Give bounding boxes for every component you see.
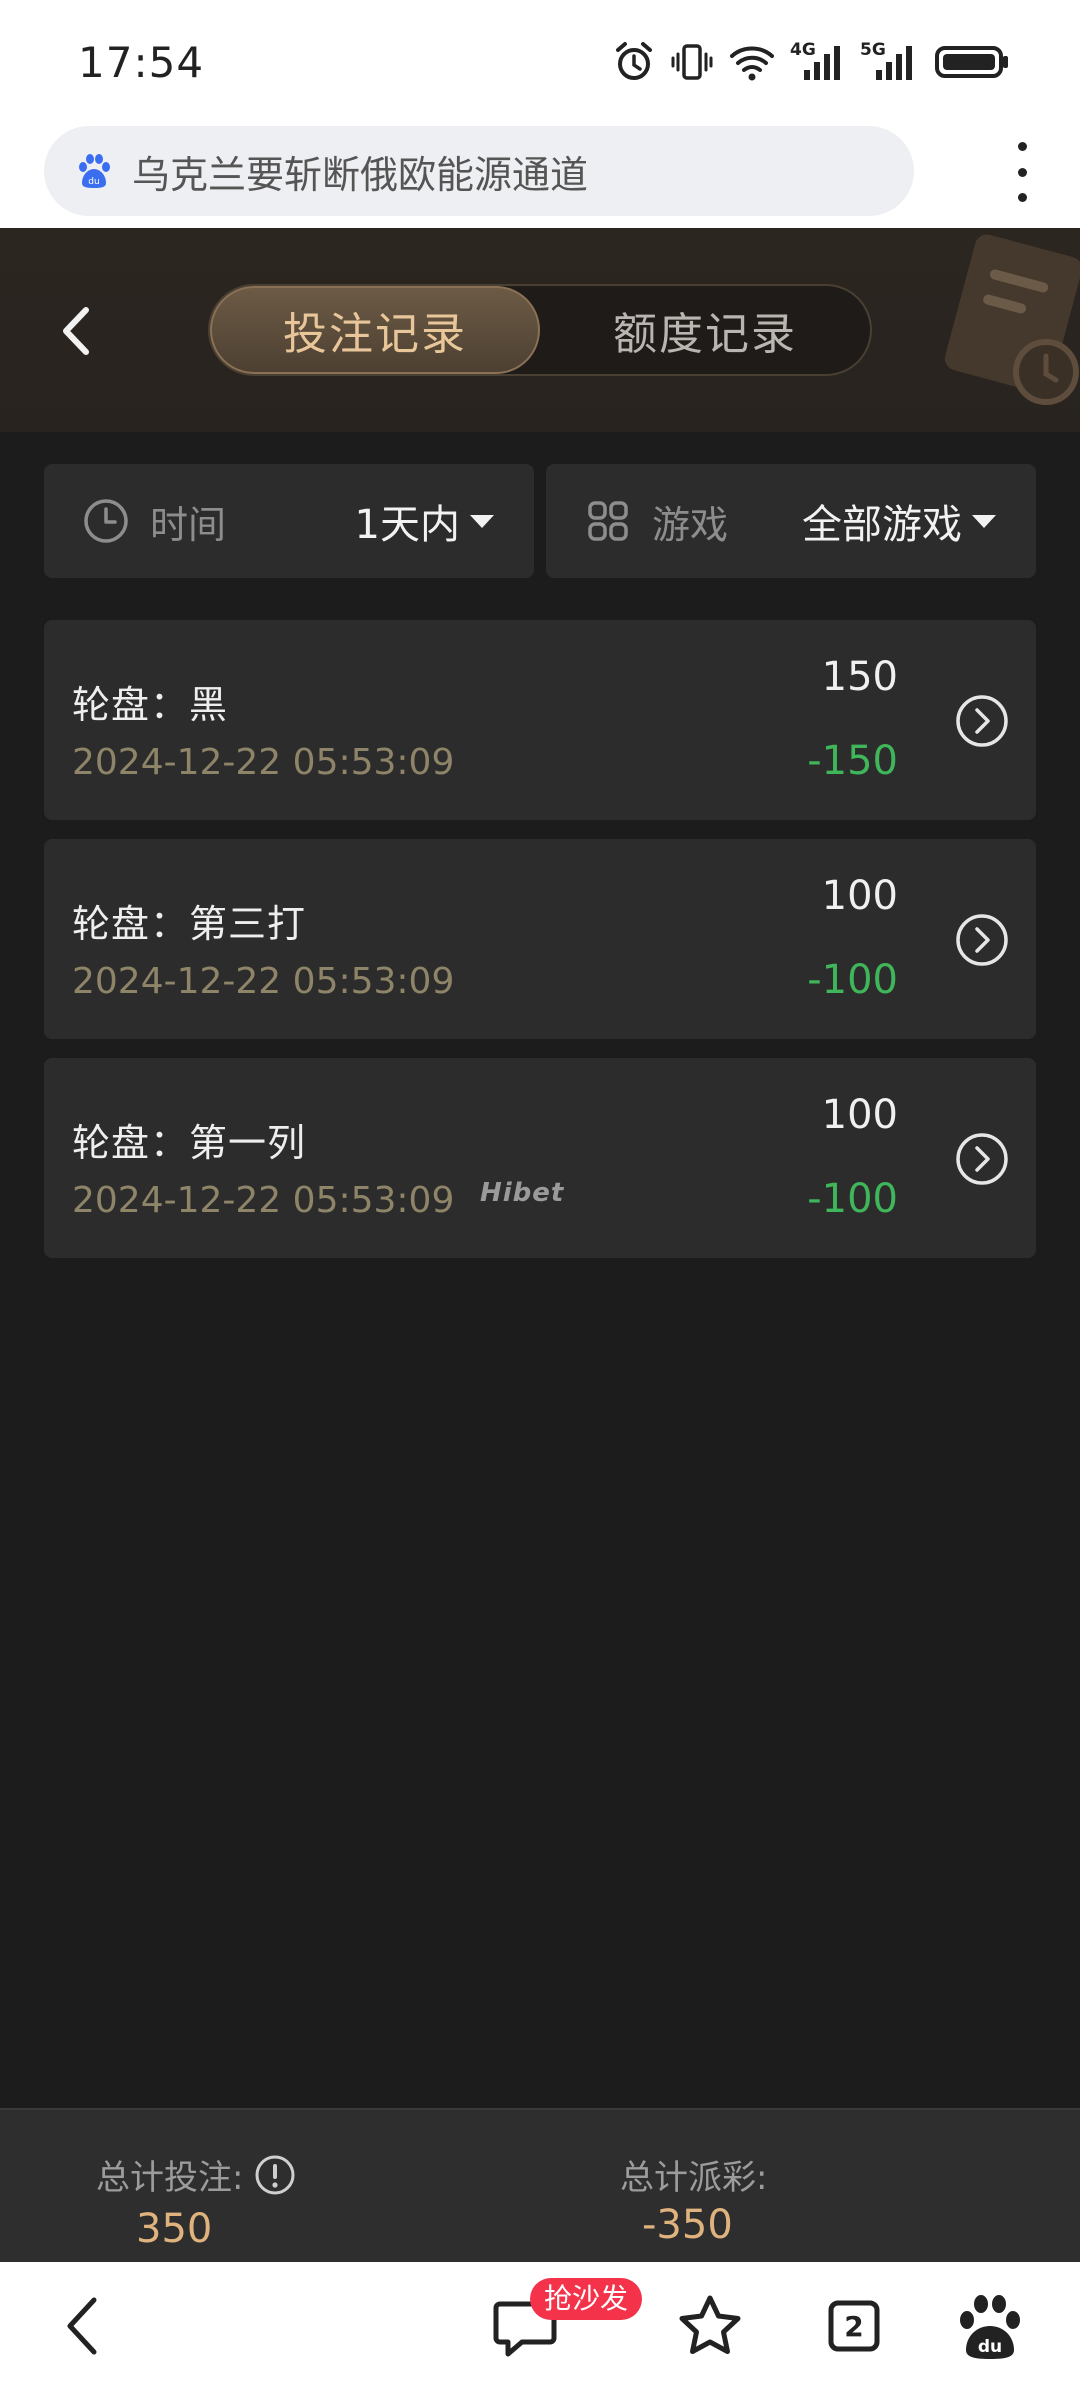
address-text: 乌克兰要斩断俄欧能源通道	[132, 152, 589, 197]
record-time: 2024-12-22 05:53:09	[72, 742, 455, 783]
status-time: 17:54	[78, 38, 205, 87]
record-payout: -150	[807, 738, 898, 784]
record-title: 轮盘：第一列	[72, 1121, 307, 1165]
vibrate-icon	[671, 44, 713, 80]
address-bar[interactable]: du 乌克兰要斩断俄欧能源通道	[44, 126, 914, 216]
svg-text:du: du	[978, 2337, 1002, 2357]
total-bet-label: 总计投注:	[96, 2150, 297, 2199]
wifi-icon	[730, 46, 774, 81]
record-tab-switch: 投注记录 额度记录	[208, 284, 872, 376]
record-amount: 100	[821, 1092, 898, 1138]
record-time: 2024-12-22 05:53:09	[72, 961, 455, 1002]
signal-bars-icon	[876, 46, 912, 80]
caret-down-icon	[470, 514, 494, 528]
record-payout: -100	[807, 1176, 898, 1222]
baidu-paw-icon: du	[79, 154, 110, 188]
total-bet-value: 350	[136, 2206, 213, 2252]
game-filter[interactable]: 游戏 全部游戏	[546, 464, 1036, 578]
baidu-paw-icon[interactable]: du	[950, 2286, 1030, 2366]
record-title: 轮盘：黑	[72, 683, 229, 727]
record-row[interactable]: 轮盘：第一列 2024-12-22 05:53:09 Hibet 100 -10…	[44, 1058, 1036, 1258]
svg-text:du: du	[88, 177, 99, 187]
total-bet-label-text: 总计投注:	[96, 2158, 244, 2198]
total-payout-label: 总计派彩:	[620, 2158, 768, 2198]
ledger-clock-icon	[944, 234, 1080, 405]
record-amount: 150	[821, 654, 898, 700]
record-payout: -100	[807, 957, 898, 1003]
tab-credit-records[interactable]: 额度记录	[540, 286, 870, 374]
grid-icon	[588, 501, 628, 541]
record-row[interactable]: 轮盘：第三打 2024-12-22 05:53:09 100 -100	[44, 839, 1036, 1039]
app-header: 投注记录 额度记录	[0, 228, 1080, 432]
time-filter-value[interactable]: 1天内	[355, 492, 494, 550]
time-filter-text: 1天内	[354, 502, 460, 548]
game-filter-value[interactable]: 全部游戏	[802, 492, 996, 550]
signal-bars-icon	[804, 46, 840, 80]
record-amount: 100	[821, 873, 898, 919]
record-title: 轮盘：第三打	[72, 902, 307, 946]
back-arrow-icon[interactable]	[48, 296, 108, 366]
chevron-right-circle-icon[interactable]	[954, 1131, 1010, 1187]
tabs-switcher[interactable]: 2	[814, 2286, 894, 2366]
total-payout-value: -350	[642, 2202, 733, 2248]
chevron-right-circle-icon[interactable]	[954, 693, 1010, 749]
game-filter-text: 全部游戏	[802, 502, 962, 548]
battery-icon	[935, 46, 1008, 78]
tab-bet-records[interactable]: 投注记录	[210, 286, 540, 374]
summary-bar: 总计投注: 350 总计派彩: -350	[0, 2108, 1080, 2262]
caret-down-icon	[972, 514, 996, 528]
tabs-count: 2	[844, 2309, 864, 2343]
record-time: 2024-12-22 05:53:09	[72, 1180, 455, 1221]
status-icons: 4G 5G	[612, 36, 1010, 88]
watermark-logo: Hibet	[480, 1178, 565, 1208]
signal-4g: 4G	[790, 40, 846, 84]
alarm-icon	[616, 42, 652, 80]
browser-back-icon[interactable]	[46, 2286, 126, 2366]
signal-5g: 5G	[860, 40, 920, 84]
game-filter-label: 游戏	[652, 502, 729, 547]
favorite-star-icon[interactable]	[670, 2286, 750, 2366]
info-warning-icon[interactable]	[253, 2153, 297, 2197]
clock-icon	[84, 499, 128, 543]
browser-bar: du 乌克兰要斩断俄欧能源通道	[0, 124, 1080, 228]
record-row[interactable]: 轮盘：黑 2024-12-22 05:53:09 150 -150	[44, 620, 1036, 820]
chevron-right-circle-icon[interactable]	[954, 912, 1010, 968]
app-root: 17:54 4G 5G du 乌克兰要斩断俄欧能源通道 投注记录 额度记录 时间…	[0, 0, 1080, 2388]
more-menu-icon[interactable]	[998, 142, 1046, 202]
sofa-badge: 抢沙发	[530, 2278, 643, 2320]
time-filter-label: 时间	[150, 502, 227, 547]
status-bar: 17:54 4G 5G	[0, 0, 1080, 124]
time-filter[interactable]: 时间 1天内	[44, 464, 534, 578]
